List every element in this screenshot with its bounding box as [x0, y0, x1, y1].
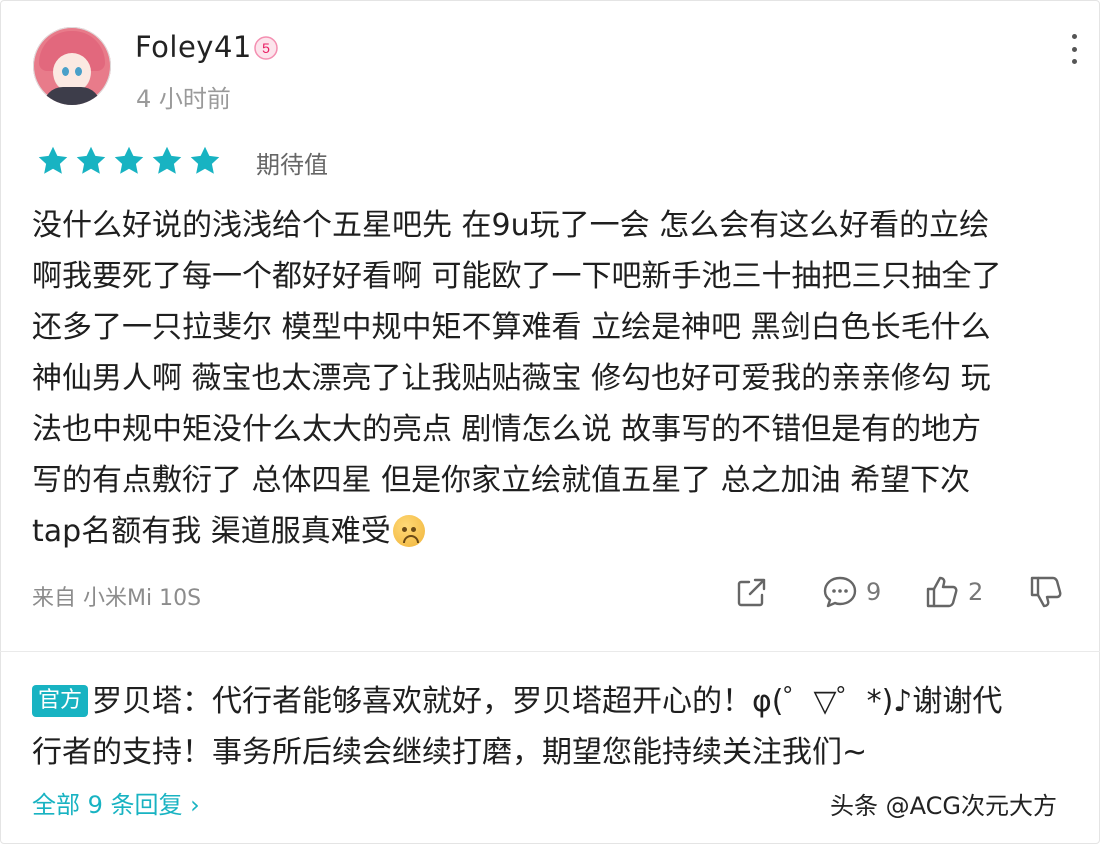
star-icon	[76, 146, 106, 174]
view-all-replies-link[interactable]: 全部 9 条回复 ›	[32, 785, 200, 820]
dislike-button[interactable]	[1028, 574, 1064, 610]
user-avatar[interactable]	[33, 27, 111, 105]
more-dot	[1071, 59, 1077, 64]
comment-icon	[823, 576, 857, 608]
star-icon	[114, 146, 144, 174]
username[interactable]: Foley41	[135, 30, 252, 64]
action-bar: 9 2	[0, 574, 1100, 614]
review-text: 没什么好说的浅浅给个五星吧先 在9u玩了一会 怎么会有这么好看的立绘 啊我要死了…	[32, 200, 1072, 557]
comment-button[interactable]: 9	[822, 574, 881, 610]
level-number: 5	[262, 40, 270, 56]
crying-face-emoji-icon	[392, 515, 425, 547]
reply-line-text: 罗贝塔：代行者能够喜欢就好，罗贝塔超开心的！φ(゜▽゜*)♪谢谢代	[92, 684, 1003, 719]
star-icon	[152, 146, 182, 174]
post-time: 4 小时前	[136, 85, 231, 113]
review-line: 法也中规中矩没什么太大的亮点 剧情怎么说 故事写的不错但是有的地方	[32, 412, 982, 447]
divider	[0, 651, 1100, 652]
more-dot	[1071, 34, 1077, 39]
like-button[interactable]: 2	[924, 574, 983, 610]
official-badge: 官方	[32, 685, 89, 717]
review-line: 没什么好说的浅浅给个五星吧先 在9u玩了一会 怎么会有这么好看的立绘	[32, 208, 990, 243]
rating-label: 期待值	[256, 151, 328, 179]
star-rating	[35, 143, 223, 179]
thumbs-down-icon	[1030, 576, 1062, 608]
avatar-eye-right	[75, 67, 82, 76]
thumbs-up-icon	[926, 576, 958, 608]
share-button[interactable]	[734, 574, 770, 610]
more-options-icon[interactable]	[1064, 34, 1084, 64]
more-dot	[1071, 46, 1077, 52]
avatar-body	[43, 87, 101, 105]
avatar-eye-left	[62, 67, 69, 76]
review-line: 啊我要死了每一个都好好看啊 可能欧了一下吧新手池三十抽把三只抽全了	[32, 259, 1002, 294]
level-badge-icon: 5	[254, 36, 278, 60]
star-icon	[38, 146, 68, 174]
review-line-last: tap名额有我 渠道服真难受	[32, 506, 1072, 557]
like-count: 2	[968, 578, 984, 606]
review-line: 神仙男人啊 薇宝也太漂亮了让我贴贴薇宝 修勾也好可爱我的亲亲修勾 玩	[32, 361, 991, 396]
comment-count: 9	[866, 578, 882, 606]
avatar-face	[53, 53, 91, 91]
review-line: 还多了一只拉斐尔 模型中规中矩不算难看 立绘是神吧 黑剑白色长毛什么	[32, 310, 991, 345]
official-reply: 官方 罗贝塔：代行者能够喜欢就好，罗贝塔超开心的！φ(゜▽゜*)♪谢谢代 行者的支…	[32, 676, 1072, 778]
review-line: 写的有点敷衍了 总体四星 但是你家立绘就值五星了 总之加油 希望下次	[32, 463, 971, 498]
reply-line: 官方 罗贝塔：代行者能够喜欢就好，罗贝塔超开心的！φ(゜▽゜*)♪谢谢代	[32, 676, 1072, 727]
watermark: 头条 @ACG次元大方	[830, 792, 1057, 820]
star-icon	[190, 146, 220, 174]
share-icon	[737, 578, 766, 607]
reply-line: 行者的支持！事务所后续会继续打磨，期望您能持续关注我们~	[32, 735, 868, 770]
review-line-text: tap名额有我 渠道服真难受	[32, 514, 391, 549]
